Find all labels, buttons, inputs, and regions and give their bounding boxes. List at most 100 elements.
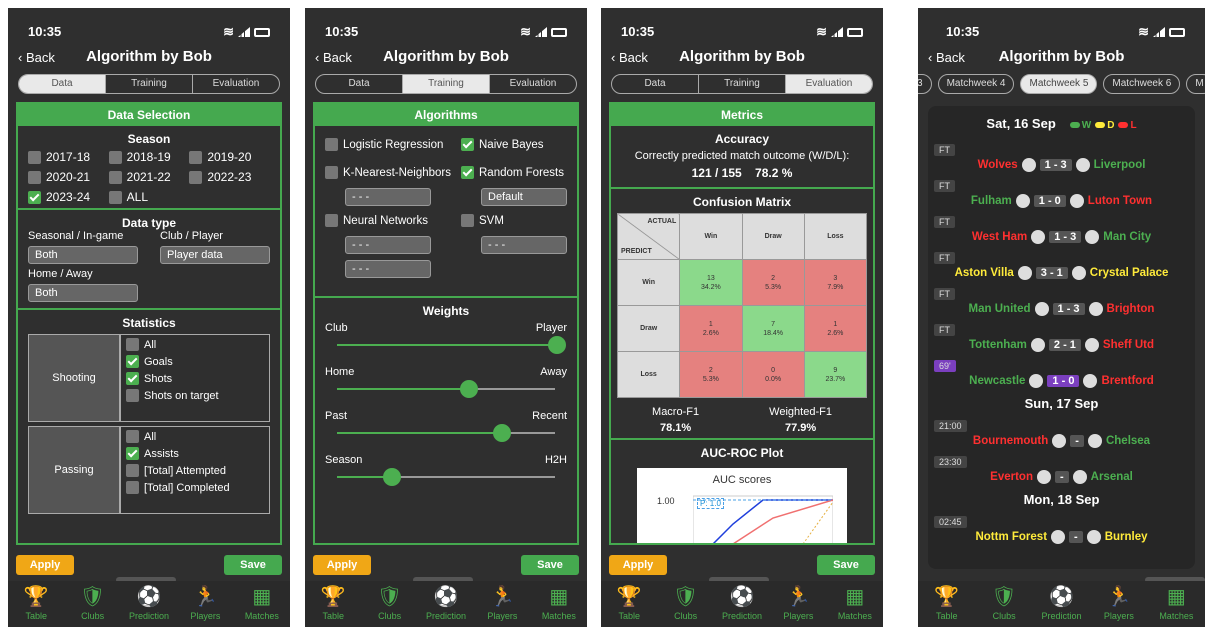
checkbox[interactable]	[126, 447, 139, 460]
checkbox-item[interactable]: 2017-18	[28, 150, 109, 164]
checkbox-item[interactable]: ALL	[108, 190, 190, 204]
tab-matches[interactable]: ▦ Matches	[234, 581, 290, 627]
match-row[interactable]: 02:45 Nottm Forest - Burnley	[928, 516, 1195, 550]
tab-training[interactable]: Training	[699, 75, 786, 93]
rf-param-input[interactable]: Default	[481, 188, 567, 206]
match-row[interactable]: 23:30 Everton - Arsenal	[928, 456, 1195, 490]
save-button[interactable]: Save	[521, 555, 579, 575]
tab-data[interactable]: Data	[19, 75, 106, 93]
algo-logistic-regression[interactable]: Logistic Regression	[325, 138, 443, 151]
tab-clubs[interactable]: 🛡 Clubs	[657, 581, 713, 627]
save-button[interactable]: Save	[224, 555, 282, 575]
tab-prediction[interactable]: ⚽ Prediction	[418, 581, 474, 627]
tab-clubs[interactable]: 🛡 Clubs	[64, 581, 120, 627]
matchweek-tab[interactable]: Matchweek 4	[937, 74, 1015, 94]
checkbox[interactable]	[325, 166, 338, 179]
checkbox-item[interactable]: 2020-21	[28, 170, 109, 184]
matchweek-tab[interactable]: Matchweek 6	[1103, 74, 1181, 94]
tab-players[interactable]: 🏃 Players	[474, 581, 530, 627]
checkbox[interactable]	[126, 355, 139, 368]
tab-data[interactable]: Data	[612, 75, 699, 93]
checkbox[interactable]	[189, 150, 203, 164]
match-row[interactable]: FT Tottenham 2 - 1 Sheff Utd	[928, 324, 1195, 358]
svm-param-input[interactable]: - - -	[481, 236, 567, 254]
match-row[interactable]: FT West Ham 1 - 3 Man City	[928, 216, 1195, 250]
tab-table[interactable]: 🏆 Table	[601, 581, 657, 627]
slider-knob[interactable]	[460, 380, 478, 398]
checkbox-item[interactable]: 2023-24	[28, 190, 109, 204]
checkbox[interactable]	[126, 430, 139, 443]
checkbox[interactable]	[189, 170, 203, 184]
checkbox-item[interactable]: [Total] Attempted	[126, 464, 264, 477]
matchweek-tab[interactable]: M	[1186, 74, 1205, 94]
checkbox-item[interactable]: 2018-19	[108, 150, 190, 164]
weight-slider[interactable]: Club Player	[315, 322, 577, 366]
tab-prediction[interactable]: ⚽ Prediction	[121, 581, 177, 627]
checkbox[interactable]	[28, 170, 41, 184]
checkbox-item[interactable]: All	[126, 430, 264, 443]
tab-matches[interactable]: ▦ Matches	[827, 581, 883, 627]
checkbox[interactable]	[126, 481, 139, 494]
checkbox-item[interactable]: Shots on target	[126, 389, 264, 402]
tab-clubs[interactable]: 🛡 Clubs	[361, 581, 417, 627]
tab-players[interactable]: 🏃 Players	[177, 581, 233, 627]
tab-evaluation[interactable]: Evaluation	[786, 75, 872, 93]
checkbox-item[interactable]: 2021-22	[108, 170, 190, 184]
tab-evaluation[interactable]: Evaluation	[193, 75, 279, 93]
checkbox[interactable]	[325, 214, 338, 227]
club-player-select[interactable]: Player data	[160, 246, 270, 264]
checkbox[interactable]	[325, 138, 338, 151]
algo-naive-bayes[interactable]: Naive Bayes	[461, 138, 544, 151]
matchweek-tab[interactable]: Matchweek 5	[1020, 74, 1098, 94]
match-row[interactable]: FT Man United 1 - 3 Brighton	[928, 288, 1195, 322]
algo-neural-networks[interactable]: Neural Networks	[325, 214, 428, 227]
checkbox[interactable]	[108, 150, 122, 164]
match-row[interactable]: FT Fulham 1 - 0 Luton Town	[928, 180, 1195, 214]
apply-button[interactable]: Apply	[16, 555, 74, 575]
checkbox[interactable]	[108, 170, 122, 184]
tab-table[interactable]: 🏆 Table	[305, 581, 361, 627]
tab-matches[interactable]: ▦ Matches	[1148, 581, 1205, 627]
tab-players[interactable]: 🏃 Players	[770, 581, 826, 627]
slider-knob[interactable]	[493, 424, 511, 442]
checkbox[interactable]	[461, 214, 474, 227]
matchweek-tab[interactable]: 3	[918, 74, 932, 94]
algo-random-forests[interactable]: Random Forests	[461, 166, 564, 179]
tab-table[interactable]: 🏆 Table	[8, 581, 64, 627]
checkbox-item[interactable]: 2022-23	[189, 170, 270, 184]
checkbox-item[interactable]: All	[126, 338, 264, 351]
checkbox[interactable]	[126, 464, 139, 477]
nn-param-input-1[interactable]: - - -	[345, 236, 431, 254]
tab-matches[interactable]: ▦ Matches	[531, 581, 587, 627]
checkbox[interactable]	[126, 372, 139, 385]
match-row[interactable]: FT Wolves 1 - 3 Liverpool	[928, 144, 1195, 178]
slider-knob[interactable]	[548, 336, 566, 354]
slider-knob[interactable]	[383, 468, 401, 486]
tab-training[interactable]: Training	[106, 75, 193, 93]
tab-prediction[interactable]: ⚽ Prediction	[714, 581, 770, 627]
checkbox[interactable]	[126, 389, 139, 402]
home-away-select[interactable]: Both	[28, 284, 138, 302]
checkbox[interactable]	[108, 190, 122, 204]
nn-param-input-2[interactable]: - - -	[345, 260, 431, 278]
match-row[interactable]: FT Aston Villa 3 - 1 Crystal Palace	[928, 252, 1195, 286]
save-button[interactable]: Save	[817, 555, 875, 575]
tab-evaluation[interactable]: Evaluation	[490, 75, 576, 93]
checkbox[interactable]	[461, 138, 474, 151]
knn-param-input[interactable]: - - -	[345, 188, 431, 206]
checkbox-item[interactable]: [Total] Completed	[126, 481, 264, 494]
apply-button[interactable]: Apply	[313, 555, 371, 575]
checkbox[interactable]	[126, 338, 139, 351]
checkbox[interactable]	[461, 166, 474, 179]
checkbox-item[interactable]: Assists	[126, 447, 264, 460]
tab-players[interactable]: 🏃 Players	[1090, 581, 1147, 627]
tab-data[interactable]: Data	[316, 75, 403, 93]
seasonal-select[interactable]: Both	[28, 246, 138, 264]
algo-knn[interactable]: K-Nearest-Neighbors	[325, 166, 451, 179]
weight-slider[interactable]: Season H2H	[315, 454, 577, 500]
checkbox[interactable]	[28, 190, 41, 204]
checkbox-item[interactable]: 2019-20	[189, 150, 270, 164]
checkbox-item[interactable]: Shots	[126, 372, 264, 385]
algo-svm[interactable]: SVM	[461, 214, 504, 227]
match-row[interactable]: 69' Newcastle 1 - 0 Brentford	[928, 360, 1195, 394]
